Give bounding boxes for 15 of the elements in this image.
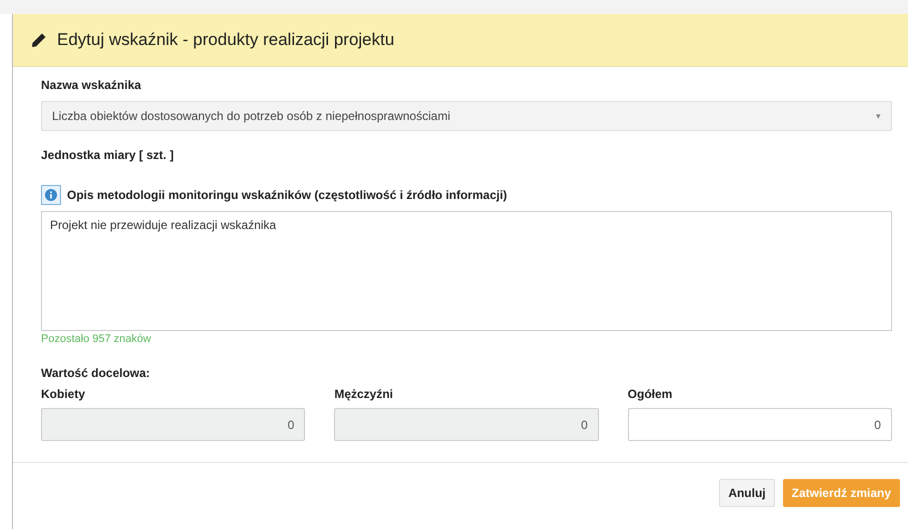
target-label: Wartość docelowa: — [41, 365, 151, 381]
field-label: Nazwa wskaźnika — [41, 77, 142, 93]
dialog-title: Edytuj wskaźnik - produkty realizacji projektu — [57, 30, 394, 50]
cancel-button[interactable]: Anuluj — [719, 479, 775, 507]
indicator-select[interactable]: Liczba obiektów dostosowanych do potrzeb osób z niepełnosprawnościami ▾ — [41, 101, 892, 131]
field-label: Kobiety — [41, 386, 86, 402]
methodology-textarea[interactable]: Projekt nie przewiduje realizacji wskaźnika — [41, 211, 892, 331]
field-label: Ogółem — [628, 386, 674, 402]
unit-label: Jednostka miary [ szt. ] — [41, 147, 175, 163]
field-label: Mężczyźni — [334, 386, 394, 402]
remaining-count: Pozostało 957 znaków — [41, 333, 152, 345]
info-icon[interactable] — [41, 185, 61, 205]
field-label: Opis metodologii monitoringu wskaźników (częstotliwość i źródło informacji) — [67, 187, 508, 203]
number-field[interactable]: 0 — [628, 408, 892, 441]
pencil-icon — [31, 32, 47, 48]
